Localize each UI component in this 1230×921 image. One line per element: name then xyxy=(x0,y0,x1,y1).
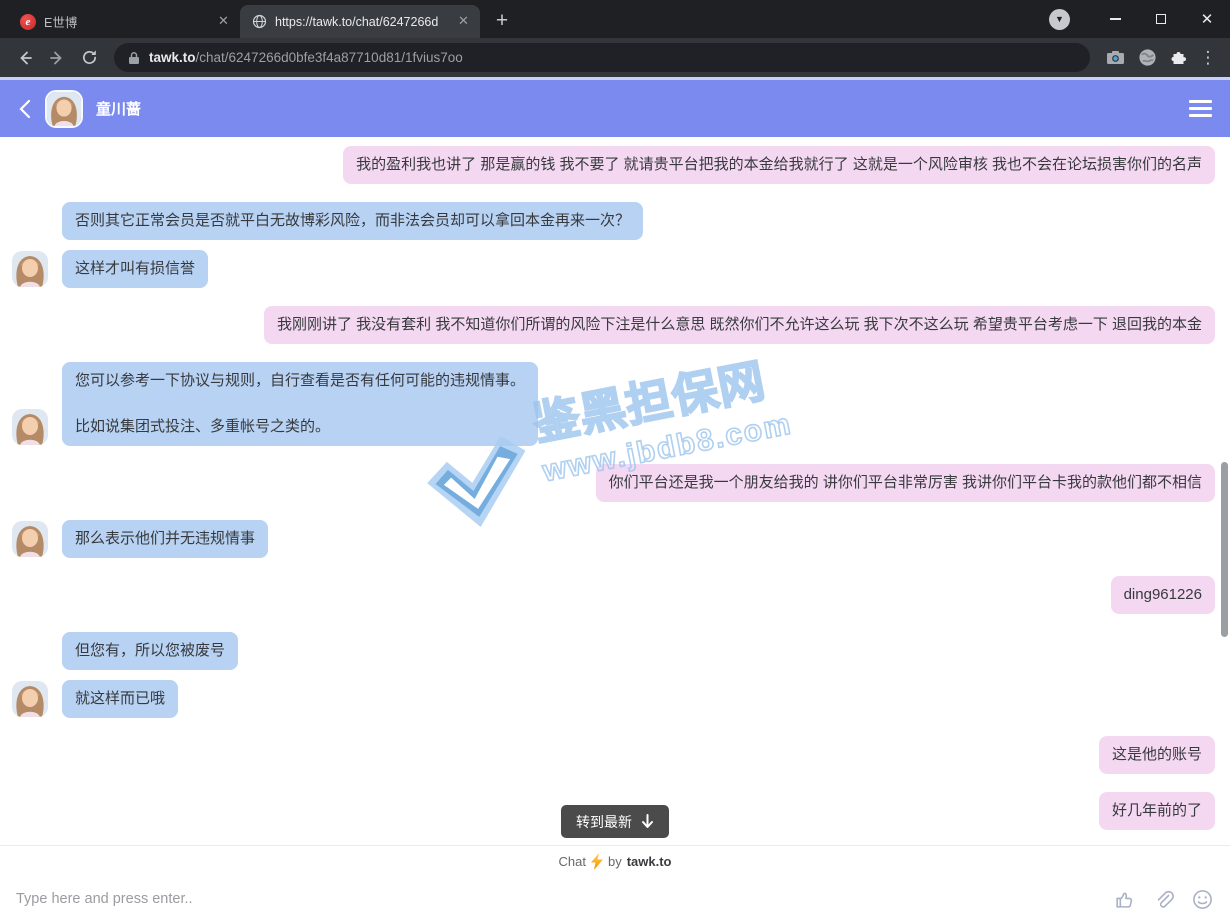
message-row: 这样才叫有损信誉 xyxy=(0,250,1230,288)
browser-toolbar: tawk.to/chat/6247266d0bfe3f4a87710d81/1f… xyxy=(0,38,1230,77)
address-bar[interactable]: tawk.to/chat/6247266d0bfe3f4a87710d81/1f… xyxy=(114,43,1090,72)
tab-close-icon[interactable]: ✕ xyxy=(455,13,472,30)
url-path: /chat/6247266d0bfe3f4a87710d81/1fvius7oo xyxy=(196,50,463,65)
message-row: 我刚刚讲了 我没有套利 我不知道你们所谓的风险下注是什么意思 既然你们不允许这么… xyxy=(0,306,1230,344)
url-host: tawk.to xyxy=(149,50,196,65)
message-list: 我的盈利我也讲了 那是赢的钱 我不要了 就请贵平台把我的本金给我就行了 这就是一… xyxy=(0,146,1230,830)
menu-hamburger-icon[interactable] xyxy=(1189,100,1212,117)
globe-extension-icon[interactable] xyxy=(1132,43,1162,73)
chat-bubble: 否则其它正常会员是否就平白无故博彩风险，而非法会员却可以拿回本金再来一次？ xyxy=(62,202,643,240)
emoji-smiley-icon[interactable] xyxy=(1190,887,1214,911)
url-text: tawk.to/chat/6247266d0bfe3f4a87710d81/1f… xyxy=(149,50,463,65)
esb-favicon-icon: e xyxy=(20,14,36,30)
browser-menu-icon[interactable]: ⋮ xyxy=(1196,48,1220,68)
agent-avatar xyxy=(12,409,48,445)
contact-name: 童川蔷 xyxy=(96,98,141,119)
extensions-puzzle-icon[interactable] xyxy=(1164,43,1194,73)
agent-avatar xyxy=(12,681,48,717)
message-row: 我的盈利我也讲了 那是赢的钱 我不要了 就请贵平台把我的本金给我就行了 这就是一… xyxy=(0,146,1230,184)
chat-scrollbar-thumb[interactable] xyxy=(1221,462,1228,637)
jump-to-latest-label: 转到最新 xyxy=(576,812,632,832)
back-chevron-icon[interactable] xyxy=(18,99,32,119)
back-button[interactable] xyxy=(10,43,40,73)
chat-bubble: 这是他的账号 xyxy=(1099,736,1215,774)
chat-bubble: 但您有，所以您被废号 xyxy=(62,632,238,670)
lightning-bolt-icon xyxy=(591,853,603,870)
camera-extension-icon[interactable] xyxy=(1100,43,1130,73)
message-row: 你们平台还是我一个朋友给我的 讲你们平台非常厉害 我讲你们平台卡我的款他们都不相… xyxy=(0,464,1230,502)
lock-icon xyxy=(128,51,140,65)
chat-bubble: 你们平台还是我一个朋友给我的 讲你们平台非常厉害 我讲你们平台卡我的款他们都不相… xyxy=(596,464,1215,502)
down-arrow-icon xyxy=(641,814,654,829)
chat-header: 童川蔷 xyxy=(0,80,1230,137)
message-row: 就这样而已哦 xyxy=(0,680,1230,718)
message-row: 这是他的账号 xyxy=(0,736,1230,774)
agent-avatar xyxy=(12,521,48,557)
new-tab-button[interactable]: + xyxy=(488,7,516,35)
message-row: ding961226 xyxy=(0,576,1230,614)
close-button[interactable]: ✕ xyxy=(1184,0,1230,38)
chat-bubble: 我的盈利我也讲了 那是赢的钱 我不要了 就请贵平台把我的本金给我就行了 这就是一… xyxy=(343,146,1215,184)
browser-window: e E世博 ✕ https://tawk.to/chat/6247266d ✕ … xyxy=(0,0,1230,80)
branding-chat-label: Chat xyxy=(559,854,586,869)
reload-button[interactable] xyxy=(74,43,104,73)
forward-button[interactable] xyxy=(42,43,72,73)
chat-bubble: 就这样而已哦 xyxy=(62,680,178,718)
chat-bubble: ding961226 xyxy=(1111,576,1215,614)
tab-close-icon[interactable]: ✕ xyxy=(215,13,232,30)
chat-bubble: 好几年前的了 xyxy=(1099,792,1215,830)
chat-bubble: 那么表示他们并无违规情事 xyxy=(62,520,268,558)
chat-input-bar xyxy=(0,877,1230,921)
branding-brand-label: tawk.to xyxy=(627,854,672,869)
message-row: 那么表示他们并无违规情事 xyxy=(0,520,1230,558)
tab-title: E世博 xyxy=(44,12,207,31)
globe-favicon-icon xyxy=(252,14,267,29)
message-row: 但您有，所以您被废号 xyxy=(0,632,1230,670)
chat-message-area: 我的盈利我也讲了 那是赢的钱 我不要了 就请贵平台把我的本金给我就行了 这就是一… xyxy=(0,137,1230,845)
branding-by-label: by xyxy=(608,854,622,869)
attachment-paperclip-icon[interactable] xyxy=(1151,887,1175,911)
chat-bubble: 这样才叫有损信誉 xyxy=(62,250,208,288)
tab-title: https://tawk.to/chat/6247266d xyxy=(275,15,447,29)
browser-tab-tawk[interactable]: https://tawk.to/chat/6247266d ✕ xyxy=(240,5,480,38)
jump-to-latest-button[interactable]: 转到最新 xyxy=(561,805,669,838)
chat-input[interactable] xyxy=(16,891,1097,907)
chat-bubble: 您可以参考一下协议与规则，自行查看是否有任何可能的违规情事。比如说集团式投注、多… xyxy=(62,362,538,446)
thumbs-up-icon[interactable] xyxy=(1112,887,1136,911)
maximize-button[interactable] xyxy=(1138,0,1184,38)
agent-avatar xyxy=(12,251,48,287)
message-row: 否则其它正常会员是否就平白无故博彩风险，而非法会员却可以拿回本金再来一次？ xyxy=(0,202,1230,240)
message-row: 您可以参考一下协议与规则，自行查看是否有任何可能的违规情事。比如说集团式投注、多… xyxy=(0,362,1230,446)
browser-tab-esb[interactable]: e E世博 ✕ xyxy=(8,5,240,38)
tab-search-button[interactable]: ▼ xyxy=(1049,9,1070,30)
tawk-branding: Chat by tawk.to xyxy=(0,845,1230,877)
minimize-button[interactable] xyxy=(1092,0,1138,38)
chat-bubble: 我刚刚讲了 我没有套利 我不知道你们所谓的风险下注是什么意思 既然你们不允许这么… xyxy=(264,306,1215,344)
browser-tab-strip: e E世博 ✕ https://tawk.to/chat/6247266d ✕ … xyxy=(0,0,1230,38)
avatar xyxy=(45,90,83,128)
